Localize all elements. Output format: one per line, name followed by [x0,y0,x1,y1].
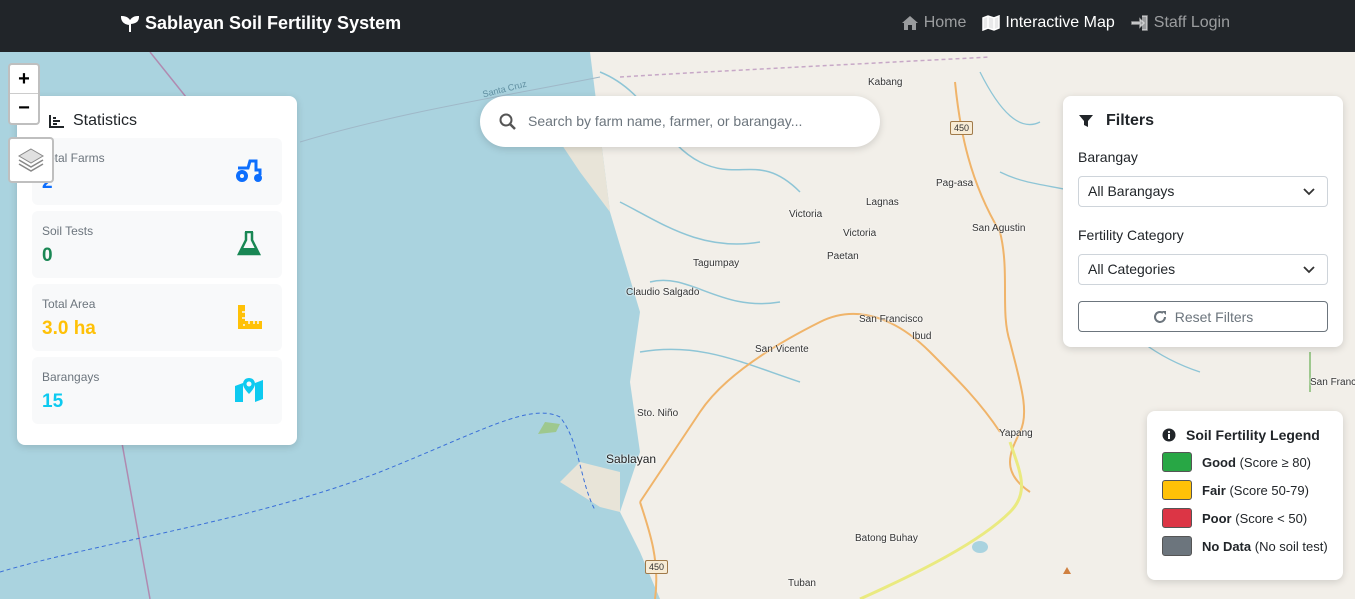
barangay-select-value: All Barangays [1088,183,1175,199]
legend-title-text: Soil Fertility Legend [1186,427,1320,443]
stat-card-soil-tests: Soil Tests 0 [32,211,282,278]
nav-home-label: Home [923,14,967,31]
map-marked-icon [235,378,263,402]
legend-swatch [1162,536,1192,556]
ruler-icon [238,305,262,329]
nav-interactive-map[interactable]: Interactive Map [982,14,1115,32]
zoom-control: + − [8,63,40,125]
zoom-in-button[interactable]: + [10,65,38,94]
search-icon [499,113,516,130]
navbar: Sablayan Soil Fertility System Home Inte… [0,0,1355,52]
legend-swatch [1162,452,1192,472]
reset-filters-label: Reset Filters [1174,308,1254,325]
filters-title: Filters [1078,112,1154,130]
chevron-down-icon [1303,266,1315,274]
filter-icon [1079,115,1093,127]
seedling-icon [121,15,139,32]
map-label: Tuban [788,578,816,589]
map-label: Yapang [999,428,1033,439]
legend-name: Good [1202,454,1236,470]
nav-staff-login-label: Staff Login [1153,14,1230,31]
legend-panel: Soil Fertility Legend Good (Score ≥ 80) … [1147,411,1343,580]
filters-title-text: Filters [1106,112,1155,129]
map-label: San Vicente [755,344,809,355]
legend-desc: (Score 50-79) [1229,482,1309,498]
legend-item: Fair (Score 50-79) [1162,480,1309,500]
nav-staff-login[interactable]: Staff Login [1131,14,1230,32]
legend-swatch [1162,508,1192,528]
category-label: Fertility Category [1078,227,1184,243]
legend-name: Poor [1202,510,1232,526]
category-select-value: All Categories [1088,261,1176,277]
nav-links: Home Interactive Map Staff Login [901,14,1230,32]
legend-swatch [1162,480,1192,500]
legend-desc: (Score < 50) [1235,510,1308,526]
barangay-select[interactable]: All Barangays [1078,176,1328,207]
legend-item: Poor (Score < 50) [1162,508,1307,528]
nav-interactive-map-label: Interactive Map [1005,14,1115,31]
map-label: Sto. Niño [637,408,679,419]
map-label: Ibud [912,331,932,342]
stat-label: Barangays [42,370,100,384]
category-select[interactable]: All Categories [1078,254,1328,285]
stat-label: Total Area [42,297,96,311]
brand[interactable]: Sablayan Soil Fertility System [121,13,401,34]
map-label: Sablayan [606,452,657,466]
map-label: Claudio Salgado [626,287,700,298]
search-box [480,96,880,147]
chart-bar-icon [49,115,64,128]
legend-desc: (Score ≥ 80) [1239,454,1311,470]
road-shield: 450 [645,560,669,574]
map-label: San Francisco [859,314,923,325]
reset-filters-button[interactable]: Reset Filters [1078,301,1328,332]
statistics-title-text: Statistics [73,112,138,129]
map-label: Victoria [789,209,823,220]
search-input[interactable] [528,108,858,134]
map-label: Lagnas [866,197,899,208]
flask-icon [236,231,262,256]
road-shield: 450 [950,121,974,135]
redo-icon [1153,310,1166,323]
map-label: San Franc [1310,377,1355,388]
map-label: San Agustin [972,223,1026,234]
info-circle-icon [1162,428,1176,442]
stat-value: 3.0 ha [42,318,96,339]
legend-item: No Data (No soil test) [1162,536,1328,556]
brand-title: Sablayan Soil Fertility System [145,13,402,33]
map-label: Paetan [827,251,859,262]
statistics-panel: Statistics Total Farms 2 Soil Tests 0 To… [17,96,297,445]
tractor-icon [236,159,262,182]
map-label: Pag-asa [936,178,974,189]
map-label: Tagumpay [693,258,740,269]
stat-card-total-farms: Total Farms 2 [32,138,282,205]
legend-desc: (No soil test) [1254,538,1328,554]
zoom-out-button[interactable]: − [10,94,38,123]
stat-card-total-area: Total Area 3.0 ha [32,284,282,351]
map-label: Kabang [868,77,903,88]
barangay-label: Barangay [1078,149,1138,165]
stat-label: Soil Tests [42,224,94,238]
chevron-down-icon [1303,188,1315,196]
stat-value: 0 [42,245,53,266]
legend-name: No Data [1202,538,1252,554]
map-label: Batong Buhay [855,533,918,544]
stat-card-barangays: Barangays 15 [32,357,282,424]
statistics-title: Statistics [49,112,137,130]
nav-home[interactable]: Home [901,14,967,32]
legend-name: Fair [1202,482,1226,498]
filters-panel: Filters Barangay All Barangays Fertility… [1063,96,1343,347]
sign-in-icon [1131,15,1148,31]
stat-value: 15 [42,391,64,412]
layers-button[interactable] [8,137,54,183]
home-icon [901,16,918,30]
legend-item: Good (Score ≥ 80) [1162,452,1311,472]
map-label: Victoria [843,228,877,239]
layers-icon [18,148,44,172]
legend-title: Soil Fertility Legend [1162,427,1320,443]
map-icon [982,15,1001,31]
